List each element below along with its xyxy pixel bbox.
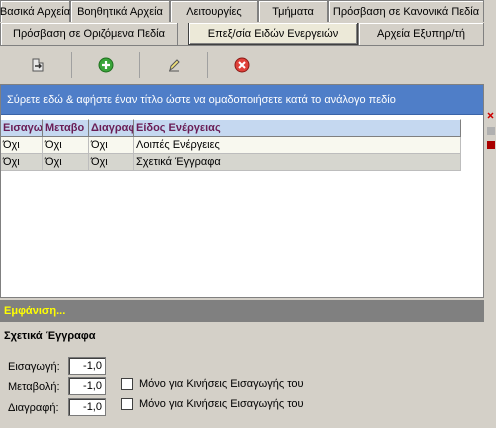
cell-insert: Όχι <box>1 154 43 171</box>
edit-icon <box>168 59 180 72</box>
delete-button[interactable] <box>208 52 276 78</box>
tab-basic-files[interactable]: Βασικά Αρχεία <box>0 0 70 22</box>
detail-title: Σχετικά Έγγραφα <box>4 330 96 342</box>
change-field[interactable]: -1,0 <box>68 377 106 395</box>
edit-button[interactable] <box>140 52 208 78</box>
column-header-delete[interactable]: Διαγραφ <box>89 119 134 137</box>
add-button[interactable] <box>72 52 140 78</box>
delete-only-label: Μόνο για Κινήσεις Εισαγωγής του <box>139 398 304 410</box>
change-only-label: Μόνο για Κινήσεις Εισαγωγής του <box>139 378 304 390</box>
cell-delete: Όχι <box>89 137 134 154</box>
delete-field[interactable]: -1,0 <box>68 398 106 416</box>
delete-icon <box>234 57 250 73</box>
group-by-panel[interactable]: Σύρετε εδώ & αφήστε έναν τίτλο ώστε να ο… <box>1 85 483 115</box>
insert-field[interactable]: -1,0 <box>68 357 106 375</box>
delete-label: Διαγραφή: <box>8 402 59 414</box>
table-row[interactable]: Όχι Όχι Όχι Λοιπές Ενέργειες <box>1 137 483 154</box>
toolbar <box>4 52 484 80</box>
table-row[interactable]: Όχι Όχι Όχι Σχετικά Έγγραφα <box>1 154 483 171</box>
import-button[interactable] <box>4 52 72 78</box>
tab-functions[interactable]: Λειτουργίες <box>170 0 258 22</box>
tab-action-types[interactable]: Επεξ/σία Ειδών Ενεργειών <box>188 23 358 45</box>
column-header-insert[interactable]: Εισαγω <box>1 119 43 137</box>
detail-header[interactable]: Εμφάνιση... <box>0 300 484 322</box>
column-header-change[interactable]: Μεταβο <box>43 119 89 137</box>
cell-insert: Όχι <box>1 137 43 154</box>
cell-action-type: Λοιπές Ενέργειες <box>134 137 461 154</box>
tab-service-files[interactable]: Αρχεία Εξυπηρ/τή <box>358 23 484 45</box>
insert-label: Εισαγωγή: <box>8 361 60 373</box>
grid-header: Εισαγω Μεταβο Διαγραφ Είδος Ενέργειας <box>1 119 483 137</box>
tab-row-1: Βασικά Αρχεία Βοηθητικά Αρχεία Λειτουργί… <box>0 0 484 22</box>
tab-helper-files[interactable]: Βοηθητικά Αρχεία <box>70 0 170 22</box>
column-header-action-type[interactable]: Είδος Ενέργειας <box>134 119 461 137</box>
add-icon <box>98 57 113 73</box>
change-label: Μεταβολή: <box>8 381 60 393</box>
tab-departments[interactable]: Τμήματα <box>258 0 328 22</box>
tab-normal-fields-access[interactable]: Πρόσβαση σε Κανονικά Πεδία <box>328 0 484 22</box>
cell-change: Όχι <box>43 154 89 171</box>
cell-action-type: Σχετικά Έγγραφα <box>134 154 461 171</box>
tab-row-2: Πρόσβαση σε Οριζόμενα Πεδία Επεξ/σία Ειδ… <box>0 23 484 46</box>
tab-defined-fields-access[interactable]: Πρόσβαση σε Οριζόμενα Πεδία <box>0 23 178 45</box>
import-icon <box>32 58 43 72</box>
delete-only-checkbox[interactable] <box>121 398 133 410</box>
window-edge-decoration <box>486 105 496 155</box>
actions-grid: Σύρετε εδώ & αφήστε έναν τίτλο ώστε να ο… <box>0 84 484 298</box>
cell-change: Όχι <box>43 137 89 154</box>
cell-delete: Όχι <box>89 154 134 171</box>
change-only-checkbox[interactable] <box>121 378 133 390</box>
